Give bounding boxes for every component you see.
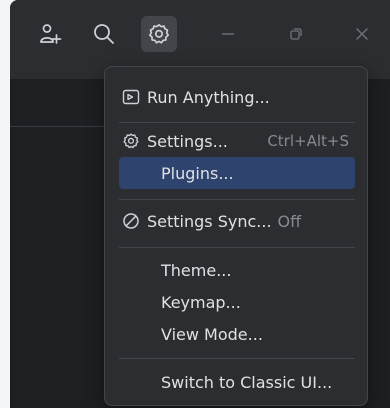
minimize-button[interactable] <box>210 16 246 52</box>
menu-item-keymap[interactable]: Keymap... <box>119 286 355 318</box>
menu-item-label: Plugins... <box>161 163 234 183</box>
sync-status: Off <box>277 211 302 231</box>
menu-item-settings[interactable]: Settings... Ctrl+Alt+S <box>119 125 355 157</box>
search-icon <box>94 24 114 44</box>
menu-separator <box>119 247 355 248</box>
add-user-button[interactable] <box>32 16 68 52</box>
menu-item-label: Theme... <box>161 260 232 280</box>
menu-item-label: Keymap... <box>161 292 241 312</box>
settings-menu: Run Anything... Settings... Ctrl+Alt+S P… <box>104 66 368 406</box>
restore-icon <box>290 28 302 40</box>
disabled-circle-icon <box>121 211 141 231</box>
menu-separator <box>119 358 355 359</box>
menu-item-switch-classic-ui[interactable]: Switch to Classic UI... <box>119 366 355 398</box>
menu-item-settings-sync[interactable]: Settings Sync... Off <box>119 205 355 237</box>
shortcut-label: Ctrl+Alt+S <box>267 132 349 150</box>
menu-item-label: View Mode... <box>161 324 263 344</box>
menu-item-label: Settings... <box>147 131 228 151</box>
menu-item-label: Run Anything... <box>147 87 270 107</box>
add-user-icon <box>40 24 62 44</box>
gear-icon <box>121 131 141 151</box>
editor-divider <box>10 126 106 127</box>
search-button[interactable] <box>86 16 122 52</box>
close-button[interactable] <box>344 16 380 52</box>
menu-separator <box>119 199 355 200</box>
close-icon <box>356 28 368 40</box>
menu-item-label: Settings Sync... <box>147 211 272 231</box>
menu-item-run-anything[interactable]: Run Anything... <box>119 81 355 113</box>
menu-item-view-mode[interactable]: View Mode... <box>119 318 355 350</box>
menu-item-plugins[interactable]: Plugins... <box>119 157 355 189</box>
restore-button[interactable] <box>278 16 314 52</box>
menu-separator <box>119 122 355 123</box>
gear-icon <box>148 23 170 44</box>
menu-item-theme[interactable]: Theme... <box>119 254 355 286</box>
run-anything-icon <box>121 87 141 107</box>
menu-item-label: Switch to Classic UI... <box>161 372 333 392</box>
settings-button[interactable] <box>141 16 177 52</box>
minimize-icon <box>222 33 234 35</box>
